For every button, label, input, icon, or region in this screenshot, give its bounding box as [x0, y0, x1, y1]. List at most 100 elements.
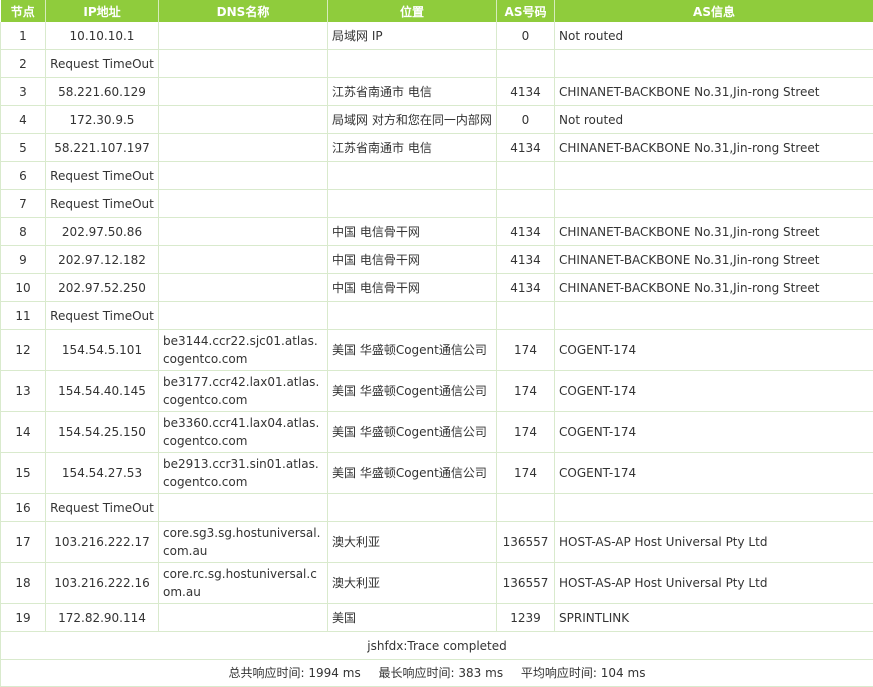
cell-asinfo: CHINANET-BACKBONE No.31,Jin-rong Street — [555, 134, 873, 162]
cell-asinfo — [555, 190, 873, 218]
avg-time-value: 104 ms — [601, 666, 646, 680]
cell-node: 13 — [1, 371, 46, 412]
cell-location: 局域网 对方和您在同一内部网 — [328, 106, 497, 134]
cell-dns — [159, 190, 328, 218]
cell-asn: 174 — [497, 371, 555, 412]
cell-asinfo: Not routed — [555, 22, 873, 50]
cell-node: 5 — [1, 134, 46, 162]
cell-location: 美国 华盛顿Cogent通信公司 — [328, 330, 497, 371]
cell-asn — [497, 50, 555, 78]
cell-node: 7 — [1, 190, 46, 218]
cell-asinfo: COGENT-174 — [555, 453, 873, 494]
table-header-row: 节点 IP地址 DNS名称 位置 AS号码 AS信息 — [1, 0, 873, 22]
cell-dns — [159, 22, 328, 50]
cell-dns — [159, 106, 328, 134]
cell-asn: 136557 — [497, 522, 555, 563]
cell-dns — [159, 134, 328, 162]
cell-asn: 174 — [497, 412, 555, 453]
cell-asn: 174 — [497, 453, 555, 494]
table-row: 8202.97.50.86中国 电信骨干网4134CHINANET-BACKBO… — [1, 218, 873, 246]
table-row: 4172.30.9.5局域网 对方和您在同一内部网0Not routed — [1, 106, 873, 134]
cell-dns: be3144.ccr22.sjc01.atlas.cogentco.com — [159, 330, 328, 371]
cell-asn: 4134 — [497, 246, 555, 274]
max-time-label: 最长响应时间: — [379, 666, 455, 680]
cell-location: 局域网 IP — [328, 22, 497, 50]
cell-asinfo: CHINANET-BACKBONE No.31,Jin-rong Street — [555, 246, 873, 274]
cell-location: 美国 华盛顿Cogent通信公司 — [328, 412, 497, 453]
cell-dns — [159, 274, 328, 302]
cell-ip: 154.54.40.145 — [46, 371, 159, 412]
table-row: 12154.54.5.101be3144.ccr22.sjc01.atlas.c… — [1, 330, 873, 371]
cell-asinfo: HOST-AS-AP Host Universal Pty Ltd — [555, 563, 873, 604]
table-row: 9202.97.12.182中国 电信骨干网4134CHINANET-BACKB… — [1, 246, 873, 274]
cell-location — [328, 302, 497, 330]
cell-asinfo: COGENT-174 — [555, 371, 873, 412]
avg-time-label: 平均响应时间: — [521, 666, 597, 680]
cell-ip: Request TimeOut — [46, 190, 159, 218]
cell-location: 美国 华盛顿Cogent通信公司 — [328, 453, 497, 494]
cell-location: 江苏省南通市 电信 — [328, 78, 497, 106]
trace-status: jshfdx:Trace completed — [1, 632, 873, 660]
cell-asinfo: Not routed — [555, 106, 873, 134]
cell-node: 12 — [1, 330, 46, 371]
cell-asinfo — [555, 302, 873, 330]
cell-asinfo: COGENT-174 — [555, 330, 873, 371]
cell-dns — [159, 218, 328, 246]
cell-dns — [159, 302, 328, 330]
cell-node: 4 — [1, 106, 46, 134]
cell-node: 15 — [1, 453, 46, 494]
cell-asinfo: CHINANET-BACKBONE No.31,Jin-rong Street — [555, 274, 873, 302]
cell-node: 10 — [1, 274, 46, 302]
cell-ip: 10.10.10.1 — [46, 22, 159, 50]
cell-location — [328, 162, 497, 190]
cell-node: 17 — [1, 522, 46, 563]
cell-location: 美国 — [328, 604, 497, 632]
cell-node: 18 — [1, 563, 46, 604]
table-row: 7Request TimeOut — [1, 190, 873, 218]
cell-dns — [159, 246, 328, 274]
header-asn: AS号码 — [497, 0, 555, 22]
cell-asinfo: CHINANET-BACKBONE No.31,Jin-rong Street — [555, 78, 873, 106]
cell-node: 3 — [1, 78, 46, 106]
cell-location: 中国 电信骨干网 — [328, 246, 497, 274]
cell-dns — [159, 162, 328, 190]
cell-ip: Request TimeOut — [46, 162, 159, 190]
cell-location: 澳大利亚 — [328, 522, 497, 563]
cell-location: 中国 电信骨干网 — [328, 274, 497, 302]
total-time-label: 总共响应时间: — [229, 666, 305, 680]
cell-node: 14 — [1, 412, 46, 453]
table-row: 110.10.10.1局域网 IP0Not routed — [1, 22, 873, 50]
cell-asinfo — [555, 494, 873, 522]
cell-dns — [159, 604, 328, 632]
cell-location: 中国 电信骨干网 — [328, 218, 497, 246]
cell-dns: core.sg3.sg.hostuniversal.com.au — [159, 522, 328, 563]
cell-location: 澳大利亚 — [328, 563, 497, 604]
header-location: 位置 — [328, 0, 497, 22]
table-row: 14154.54.25.150be3360.ccr41.lax04.atlas.… — [1, 412, 873, 453]
cell-dns — [159, 78, 328, 106]
cell-ip: 154.54.27.53 — [46, 453, 159, 494]
cell-asinfo: HOST-AS-AP Host Universal Pty Ltd — [555, 522, 873, 563]
header-asinfo: AS信息 — [555, 0, 873, 22]
cell-asn: 4134 — [497, 78, 555, 106]
cell-location: 美国 华盛顿Cogent通信公司 — [328, 371, 497, 412]
cell-asn — [497, 190, 555, 218]
trace-stats: 总共响应时间: 1994 ms 最长响应时间: 383 ms 平均响应时间: 1… — [1, 660, 873, 687]
trace-stats-row: 总共响应时间: 1994 ms 最长响应时间: 383 ms 平均响应时间: 1… — [1, 660, 873, 687]
cell-node: 8 — [1, 218, 46, 246]
cell-ip: 172.30.9.5 — [46, 106, 159, 134]
cell-ip: 202.97.52.250 — [46, 274, 159, 302]
cell-asinfo — [555, 50, 873, 78]
cell-asn: 1239 — [497, 604, 555, 632]
cell-asn — [497, 494, 555, 522]
header-ip: IP地址 — [46, 0, 159, 22]
cell-node: 2 — [1, 50, 46, 78]
cell-ip: 103.216.222.16 — [46, 563, 159, 604]
cell-ip: 154.54.5.101 — [46, 330, 159, 371]
max-time-value: 383 ms — [458, 666, 503, 680]
cell-location — [328, 190, 497, 218]
cell-ip: 202.97.12.182 — [46, 246, 159, 274]
cell-node: 6 — [1, 162, 46, 190]
cell-ip: 103.216.222.17 — [46, 522, 159, 563]
table-row: 6Request TimeOut — [1, 162, 873, 190]
